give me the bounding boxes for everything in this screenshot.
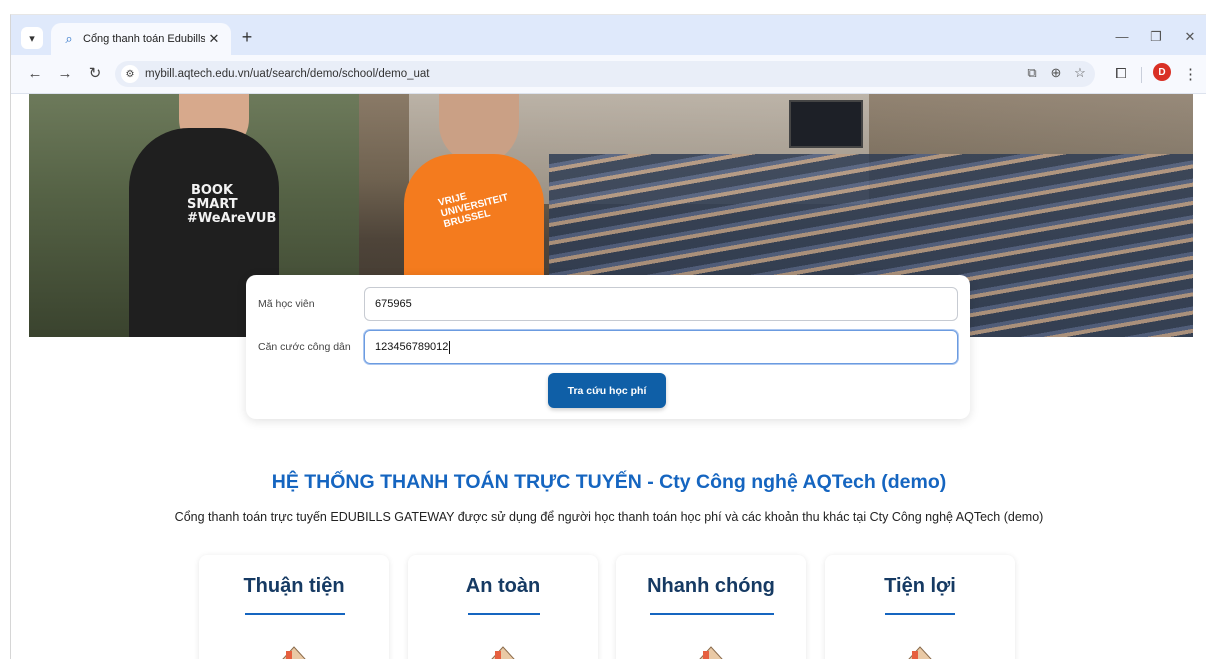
feature-underline	[468, 613, 540, 615]
lookup-fee-button[interactable]: Tra cứu học phí	[548, 373, 666, 408]
tab-search-button[interactable]: ▾	[21, 27, 43, 49]
back-icon[interactable]: ←	[25, 65, 45, 83]
feature-illustration-icon	[491, 646, 515, 659]
new-tab-button[interactable]: +	[237, 27, 257, 47]
tab-bar: ▾ ⌕ Cổng thanh toán Edubills ✕ + — ❐ ✕	[11, 15, 1206, 55]
feature-title: Thuận tiện	[243, 575, 345, 597]
feature-title: An toàn	[465, 575, 541, 597]
install-app-icon[interactable]: ⧉	[1023, 65, 1041, 81]
feature-card-fast: Nhanh chóng	[616, 555, 806, 659]
more-menu-icon[interactable]: ⋮	[1183, 65, 1198, 83]
reload-icon[interactable]: ↻	[85, 65, 105, 83]
hero-shirt-badge: BOOK SMART #WeAreVUB	[187, 183, 277, 226]
browser-tab[interactable]: ⌕ Cổng thanh toán Edubills ✕	[51, 23, 231, 55]
chevron-down-icon: ▾	[29, 32, 35, 45]
zoom-icon[interactable]: ⊕	[1047, 65, 1065, 81]
forward-icon[interactable]: →	[55, 65, 75, 83]
feature-underline	[245, 613, 345, 615]
student-id-input[interactable]: 675965	[364, 287, 958, 321]
feature-underline	[650, 613, 774, 615]
page-description: Cổng thanh toán trực tuyến EDUBILLS GATE…	[174, 510, 1044, 524]
search-form-card: Mã học viên 675965 Căn cước công dân 123…	[246, 275, 970, 419]
minimize-icon[interactable]: —	[1111, 29, 1133, 44]
citizen-id-label: Căn cước công dân	[258, 341, 351, 353]
text-caret	[449, 340, 451, 354]
page-content: BOOK SMART #WeAreVUB VRIJE UNIVERSITEIT …	[11, 94, 1206, 659]
student-id-value: 675965	[375, 298, 412, 310]
citizen-id-value: 123456789012	[375, 341, 449, 353]
feature-illustration-icon	[282, 646, 306, 659]
citizen-id-row: Căn cước công dân 123456789012	[246, 330, 970, 366]
feature-card-convenient: Thuận tiện	[199, 555, 389, 659]
tab-title: Cổng thanh toán Edubills	[83, 33, 205, 45]
hero-shirt-text: VRIJE UNIVERSITEIT BRUSSEL	[437, 191, 510, 231]
browser-toolbar: ← → ↻ ⚙ mybill.aqtech.edu.vn/uat/search/…	[11, 55, 1206, 94]
site-info-icon[interactable]: ⚙	[121, 65, 139, 83]
citizen-id-input[interactable]: 123456789012	[364, 330, 958, 364]
feature-underline	[885, 613, 955, 615]
extensions-icon[interactable]: ⧠	[1111, 65, 1131, 82]
feature-title: Tiện lợi	[884, 575, 956, 597]
browser-window: ▾ ⌕ Cổng thanh toán Edubills ✕ + — ❐ ✕ ←…	[10, 14, 1206, 659]
restore-icon[interactable]: ❐	[1145, 29, 1167, 45]
address-bar[interactable]: ⚙ mybill.aqtech.edu.vn/uat/search/demo/s…	[115, 61, 1095, 87]
student-id-row: Mã học viên 675965	[246, 287, 970, 323]
close-icon[interactable]: ✕	[205, 31, 223, 47]
feature-card-secure: An toàn	[408, 555, 598, 659]
bookmark-star-icon[interactable]: ☆	[1071, 65, 1089, 81]
qr-search-icon: ⌕	[65, 31, 73, 46]
profile-avatar[interactable]: D	[1153, 63, 1171, 81]
feature-title: Nhanh chóng	[647, 575, 775, 597]
window-close-icon[interactable]: ✕	[1179, 29, 1201, 45]
toolbar-divider	[1141, 67, 1142, 83]
hero-monitor	[789, 100, 863, 148]
feature-illustration-icon	[699, 646, 723, 659]
feature-card-handy: Tiện lợi	[825, 555, 1015, 659]
page-title: HỆ THỐNG THANH TOÁN TRỰC TUYẾN - Cty Côn…	[271, 471, 947, 493]
feature-illustration-icon	[908, 646, 932, 659]
url-text: mybill.aqtech.edu.vn/uat/search/demo/sch…	[145, 68, 430, 80]
student-id-label: Mã học viên	[258, 298, 315, 310]
